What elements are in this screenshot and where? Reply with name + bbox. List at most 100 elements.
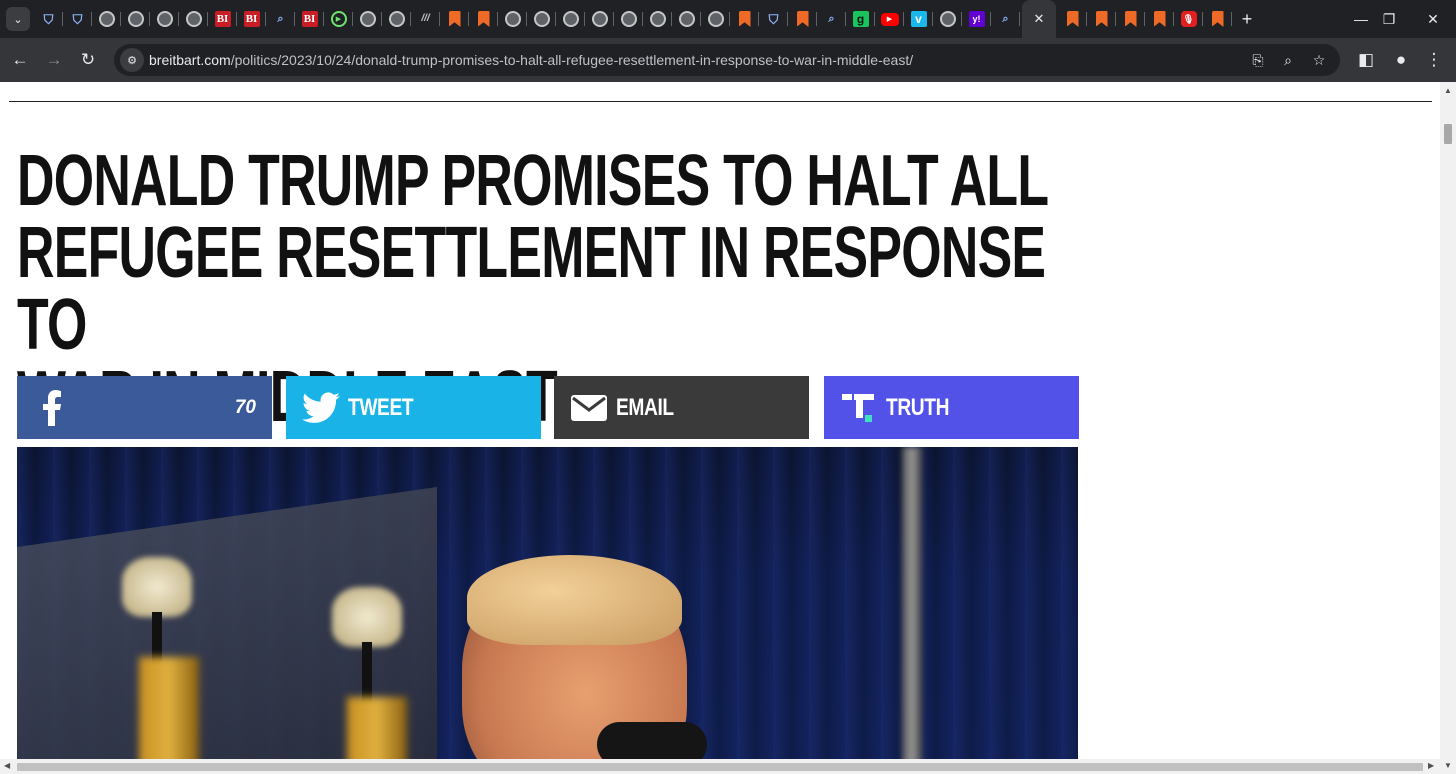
browser-tab-13[interactable]: /// (411, 0, 440, 38)
email-share-button[interactable]: EMAIL (554, 376, 809, 439)
browser-tab-27[interactable]: ⌕ (817, 0, 846, 38)
browser-tab-4[interactable] (150, 0, 179, 38)
shield-icon: ⛉ (768, 11, 779, 27)
close-window-button[interactable]: ✕ (1410, 0, 1456, 38)
globe-icon (98, 11, 115, 27)
browser-tab-28[interactable]: g (846, 0, 875, 38)
bookmark-ribbon-icon (1153, 11, 1166, 27)
browser-tab-7[interactable]: BI (237, 0, 266, 38)
browser-tab-5[interactable] (179, 0, 208, 38)
browser-tab-after-1[interactable] (1087, 0, 1116, 38)
tab-search-button[interactable]: ⌄ (6, 7, 30, 31)
tweet-label: TWEET (348, 393, 414, 421)
browser-tab-1[interactable]: ⛉ (63, 0, 92, 38)
browser-tab-18[interactable] (556, 0, 585, 38)
browser-tab-8[interactable]: ⌕ (266, 0, 295, 38)
search-icon: ⌕ (1002, 12, 1009, 25)
browser-tab-2[interactable] (92, 0, 121, 38)
browser-tab-24[interactable] (730, 0, 759, 38)
flag (139, 657, 199, 759)
restore-button[interactable]: ❐ (1366, 0, 1412, 38)
article-photo (17, 447, 1078, 759)
browser-tab-17[interactable] (527, 0, 556, 38)
browser-tab-9[interactable]: BI (295, 0, 324, 38)
browser-tab-33[interactable]: ⌕ (991, 0, 1020, 38)
side-panel-icon[interactable]: ◧ (1350, 44, 1382, 76)
search-icon: ⌕ (828, 12, 835, 25)
browser-tab-26[interactable] (788, 0, 817, 38)
truth-social-icon (840, 389, 878, 427)
globe-icon (185, 11, 202, 27)
yahoo-icon: y! (968, 11, 985, 27)
browser-tab-11[interactable] (353, 0, 382, 38)
browser-tab-12[interactable] (382, 0, 411, 38)
zoom-icon[interactable]: ⌕ (1276, 48, 1300, 72)
globe-icon (678, 11, 695, 27)
browser-tab-31[interactable] (933, 0, 962, 38)
bookmark-ribbon-icon (448, 11, 461, 27)
headline-line-2: REFUGEE RESETTLEMENT IN RESPONSE TO (17, 213, 1046, 365)
browser-tab-after-4[interactable]: 🎙 (1174, 0, 1203, 38)
install-app-icon[interactable]: ⎘ (1246, 48, 1270, 72)
horizontal-scrollbar-thumb[interactable] (17, 763, 1423, 771)
forward-button[interactable]: → (38, 44, 70, 76)
browser-tab-19[interactable] (585, 0, 614, 38)
browser-tab-30[interactable]: v (904, 0, 933, 38)
back-button[interactable]: ← (4, 44, 36, 76)
browser-tab-29[interactable]: ▶ (875, 0, 904, 38)
globe-icon (156, 11, 173, 27)
browser-tab-16[interactable] (498, 0, 527, 38)
browser-tab-21[interactable] (643, 0, 672, 38)
vertical-scrollbar-thumb[interactable] (1444, 124, 1452, 144)
vertical-scrollbar[interactable]: ▲ (1440, 82, 1456, 759)
close-tab-icon[interactable]: ✕ (1034, 11, 1045, 27)
bookmark-ribbon-icon (738, 11, 751, 27)
menu-icon[interactable]: ⋮ (1418, 44, 1450, 76)
globe-icon (562, 11, 579, 27)
podcast-icon: 🎙 (1180, 11, 1197, 27)
facebook-share-button[interactable]: 70 (17, 376, 272, 439)
url-text[interactable]: breitbart.com/politics/2023/10/24/donald… (149, 52, 913, 68)
slash-icon: /// (421, 13, 430, 24)
scroll-left-arrow-icon[interactable]: ◀ (4, 761, 10, 770)
browser-tab-after-0[interactable] (1058, 0, 1087, 38)
browser-tab-14[interactable] (440, 0, 469, 38)
reload-button[interactable]: ↻ (72, 44, 104, 76)
profile-icon[interactable]: ● (1385, 44, 1417, 76)
browser-tab-15[interactable] (469, 0, 498, 38)
browser-tab-6[interactable]: BI (208, 0, 237, 38)
horizontal-scrollbar[interactable]: ◀ ▶ ▼ (0, 759, 1456, 774)
scroll-right-arrow-icon[interactable]: ▶ (1428, 761, 1434, 770)
address-bar[interactable]: ⚙ breitbart.com/politics/2023/10/24/dona… (114, 44, 1340, 76)
tweet-button[interactable]: TWEET (286, 376, 541, 439)
globe-icon (591, 11, 608, 27)
browser-tab-25[interactable]: ⛉ (759, 0, 788, 38)
bookmark-ribbon-icon (1211, 11, 1224, 27)
flag-eagle-finial (122, 557, 192, 617)
browser-tab-0[interactable]: ⛉ (34, 0, 63, 38)
browser-tab-32[interactable]: y! (962, 0, 991, 38)
bookmark-star-icon[interactable]: ☆ (1307, 48, 1331, 72)
bookmark-ribbon-icon (477, 11, 490, 27)
browser-toolbar: ← → ↻ ⚙ breitbart.com/politics/2023/10/2… (0, 38, 1456, 82)
scroll-up-arrow-icon[interactable]: ▲ (1444, 86, 1452, 95)
new-tab-button[interactable]: + (1232, 0, 1262, 38)
browser-tab-3[interactable] (121, 0, 150, 38)
truth-social-share-button[interactable]: TRUTH (824, 376, 1079, 439)
browser-tab-22[interactable] (672, 0, 701, 38)
business-insider-icon: BI (301, 11, 318, 27)
facebook-share-count: 70 (234, 396, 256, 418)
browser-tab-after-3[interactable] (1145, 0, 1174, 38)
browser-tab-23[interactable] (701, 0, 730, 38)
active-tab[interactable]: ✕ (1022, 0, 1056, 38)
browser-tab-after-2[interactable] (1116, 0, 1145, 38)
business-insider-icon: BI (214, 11, 231, 27)
browser-tab-10[interactable]: ▶ (324, 0, 353, 38)
browser-tab-20[interactable] (614, 0, 643, 38)
business-insider-icon: BI (243, 11, 260, 27)
scroll-down-arrow-icon[interactable]: ▼ (1444, 761, 1452, 770)
site-info-icon[interactable]: ⚙ (120, 48, 144, 72)
flag-eagle-finial (332, 587, 402, 647)
url-host: breitbart.com (149, 52, 231, 68)
browser-tab-after-5[interactable] (1203, 0, 1232, 38)
